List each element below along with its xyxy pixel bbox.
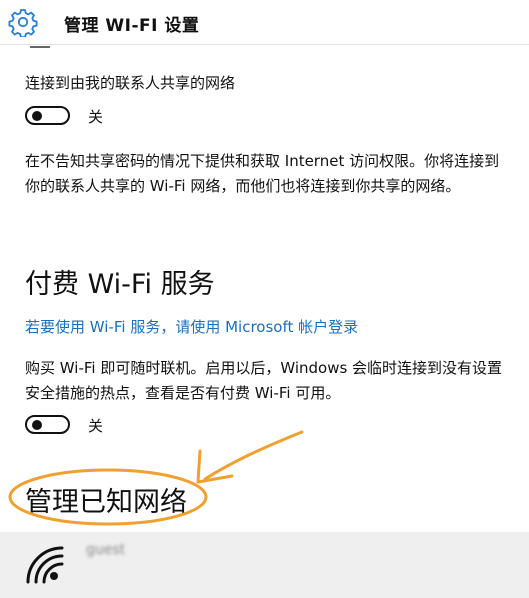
network-name: guest: [86, 542, 126, 558]
paid-wifi-toggle-state: 关: [88, 417, 104, 435]
contacts-sharing-toggle[interactable]: [25, 106, 70, 125]
page-title: 管理 WI-FI 设置: [64, 16, 200, 36]
microsoft-account-signin-link[interactable]: 若要使用 Wi-Fi 服务，请使用 Microsoft 帐户登录: [25, 316, 358, 337]
toggle-knob: [32, 420, 42, 430]
contacts-sharing-toggle-state: 关: [88, 108, 104, 126]
paid-wifi-heading: 付费 Wi-Fi 服务: [25, 269, 215, 300]
toggle-knob: [32, 111, 42, 121]
annotation-arrow-shaft: [203, 430, 304, 481]
contacts-sharing-label: 连接到由我的联系人共享的网络: [25, 74, 236, 92]
wifi-signal-icon: [26, 546, 64, 584]
known-network-item[interactable]: guest: [0, 532, 529, 598]
contacts-sharing-description: 在不告知共享密码的情况下提供和获取 Internet 访问权限。你将连接到你的联…: [25, 152, 500, 195]
title-bar: 管理 WI-FI 设置: [0, 0, 529, 45]
scroll-remnant-divider: [30, 46, 50, 48]
known-networks-heading: 管理已知网络: [25, 487, 187, 518]
annotation-arrow-head: [196, 449, 234, 484]
gear-icon[interactable]: [8, 7, 38, 37]
paid-wifi-toggle[interactable]: [25, 415, 70, 434]
paid-wifi-description: 购买 Wi-Fi 即可随时联机。启用以后，Windows 会临时连接到没有设置安…: [25, 359, 503, 402]
